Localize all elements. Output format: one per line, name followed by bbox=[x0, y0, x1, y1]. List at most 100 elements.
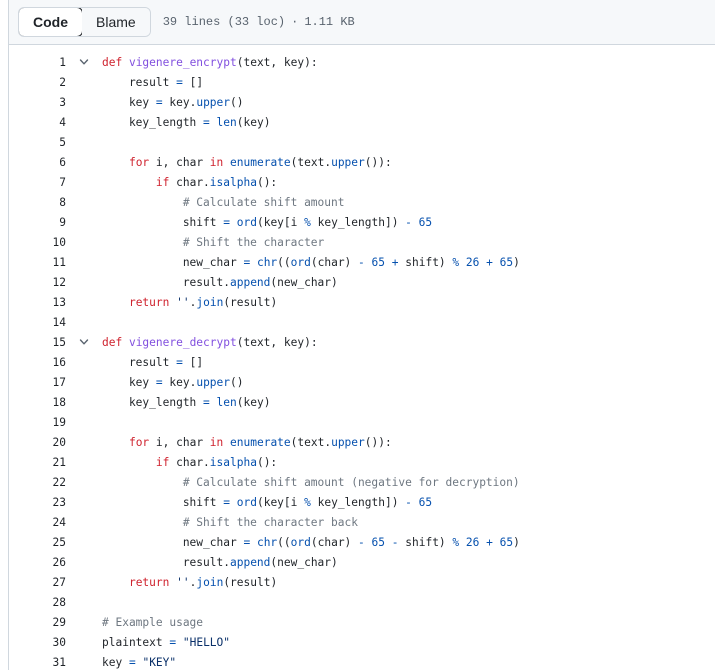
line-number[interactable]: 29 bbox=[9, 616, 66, 629]
line-number[interactable]: 24 bbox=[9, 516, 66, 529]
line-number[interactable]: 28 bbox=[9, 596, 66, 609]
code-token: "KEY" bbox=[142, 655, 177, 669]
blame-button[interactable]: Blame bbox=[82, 8, 150, 36]
meta-separator: · bbox=[291, 15, 299, 29]
code-token: ord bbox=[290, 535, 311, 549]
line-number[interactable]: 6 bbox=[9, 156, 66, 169]
code-token: (): bbox=[256, 455, 278, 469]
code-token: shift) bbox=[398, 535, 453, 549]
line-number[interactable]: 15 bbox=[9, 336, 66, 349]
line-number[interactable]: 26 bbox=[9, 556, 66, 569]
line-number[interactable]: 7 bbox=[9, 176, 66, 189]
code-token: ord bbox=[290, 255, 311, 269]
line-number[interactable]: 12 bbox=[9, 276, 66, 289]
code-line: 1 def vigenere_encrypt(text, key): bbox=[9, 52, 715, 72]
code-token: (char) bbox=[310, 535, 359, 549]
code-line: 26 result.append(new_char) bbox=[9, 552, 715, 572]
line-number[interactable]: 11 bbox=[9, 256, 66, 269]
code-line: 31 key = "KEY" bbox=[9, 652, 715, 672]
line-number[interactable]: 30 bbox=[9, 636, 66, 649]
line-number[interactable]: 20 bbox=[9, 436, 66, 449]
line-number[interactable]: 25 bbox=[9, 536, 66, 549]
code-token: append bbox=[229, 275, 271, 289]
code-token: - bbox=[405, 215, 412, 229]
code-token: 26 bbox=[465, 255, 480, 269]
code-token: (key) bbox=[236, 115, 271, 129]
code-token: = bbox=[223, 215, 230, 229]
code-token: '' bbox=[176, 295, 190, 309]
code-token: = bbox=[155, 95, 163, 109]
code-token: new_char bbox=[102, 255, 244, 269]
code-token: (result) bbox=[223, 575, 278, 589]
code-button[interactable]: Code bbox=[18, 8, 83, 36]
line-number[interactable]: 19 bbox=[9, 416, 66, 429]
code-token: key bbox=[102, 95, 156, 109]
chevron-down-icon[interactable] bbox=[66, 57, 102, 67]
code-token: (text. bbox=[290, 435, 332, 449]
code-token: ()): bbox=[364, 155, 392, 169]
line-number[interactable]: 23 bbox=[9, 496, 66, 509]
code-text: shift = ord(key[i % key_length]) - 65 bbox=[102, 216, 432, 229]
code-token: return bbox=[128, 575, 170, 589]
file-view: Code Blame 39 lines (33 loc) · 1.11 KB 1… bbox=[8, 0, 715, 670]
code-token: len bbox=[216, 395, 237, 409]
code-token: key bbox=[102, 375, 156, 389]
line-number[interactable]: 5 bbox=[9, 136, 66, 149]
code-line: 12 result.append(new_char) bbox=[9, 272, 715, 292]
code-token: (text, key): bbox=[236, 55, 318, 69]
line-number[interactable]: 13 bbox=[9, 296, 66, 309]
code-text: # Calculate shift amount (negative for d… bbox=[102, 476, 520, 489]
code-text: result.append(new_char) bbox=[102, 276, 338, 289]
code-text: # Shift the character bbox=[102, 236, 324, 249]
line-number[interactable]: 22 bbox=[9, 476, 66, 489]
code-text: for i, char in enumerate(text.upper()): bbox=[102, 156, 392, 169]
line-number[interactable]: 17 bbox=[9, 376, 66, 389]
line-number[interactable]: 21 bbox=[9, 456, 66, 469]
code-token: in bbox=[209, 155, 224, 169]
code-token: result. bbox=[102, 555, 230, 569]
line-number[interactable]: 31 bbox=[9, 656, 66, 669]
code-token: len bbox=[216, 115, 237, 129]
line-number[interactable]: 3 bbox=[9, 96, 66, 109]
code-token: [] bbox=[182, 75, 204, 89]
line-number[interactable]: 14 bbox=[9, 316, 66, 329]
line-number[interactable]: 2 bbox=[9, 76, 66, 89]
code-token: # Example usage bbox=[102, 615, 204, 629]
code-line: 28 bbox=[9, 592, 715, 612]
code-text: key = key.upper() bbox=[102, 96, 244, 109]
code-token: ord bbox=[236, 215, 257, 229]
chevron-down-icon[interactable] bbox=[66, 337, 102, 347]
code-token: # Shift the character bbox=[182, 235, 325, 249]
line-number[interactable]: 18 bbox=[9, 396, 66, 409]
code-token: 65 bbox=[418, 495, 433, 509]
line-number[interactable]: 16 bbox=[9, 356, 66, 369]
line-number[interactable]: 4 bbox=[9, 116, 66, 129]
code-line: 22 # Calculate shift amount (negative fo… bbox=[9, 472, 715, 492]
code-token: = bbox=[203, 395, 210, 409]
code-token: append bbox=[229, 555, 271, 569]
code-token: # Calculate shift amount bbox=[182, 195, 345, 209]
code-token: def bbox=[102, 55, 129, 69]
line-number[interactable]: 9 bbox=[9, 216, 66, 229]
code-token: (text. bbox=[290, 155, 332, 169]
line-number[interactable]: 10 bbox=[9, 236, 66, 249]
line-number[interactable]: 8 bbox=[9, 196, 66, 209]
code-token: = bbox=[176, 75, 183, 89]
code-token: plaintext bbox=[102, 635, 170, 649]
line-number[interactable]: 1 bbox=[9, 56, 66, 69]
code-token: (text, key): bbox=[236, 335, 318, 349]
code-text: key = "KEY" bbox=[102, 656, 176, 669]
line-number[interactable]: 27 bbox=[9, 576, 66, 589]
code-text: key_length = len(key) bbox=[102, 395, 271, 409]
